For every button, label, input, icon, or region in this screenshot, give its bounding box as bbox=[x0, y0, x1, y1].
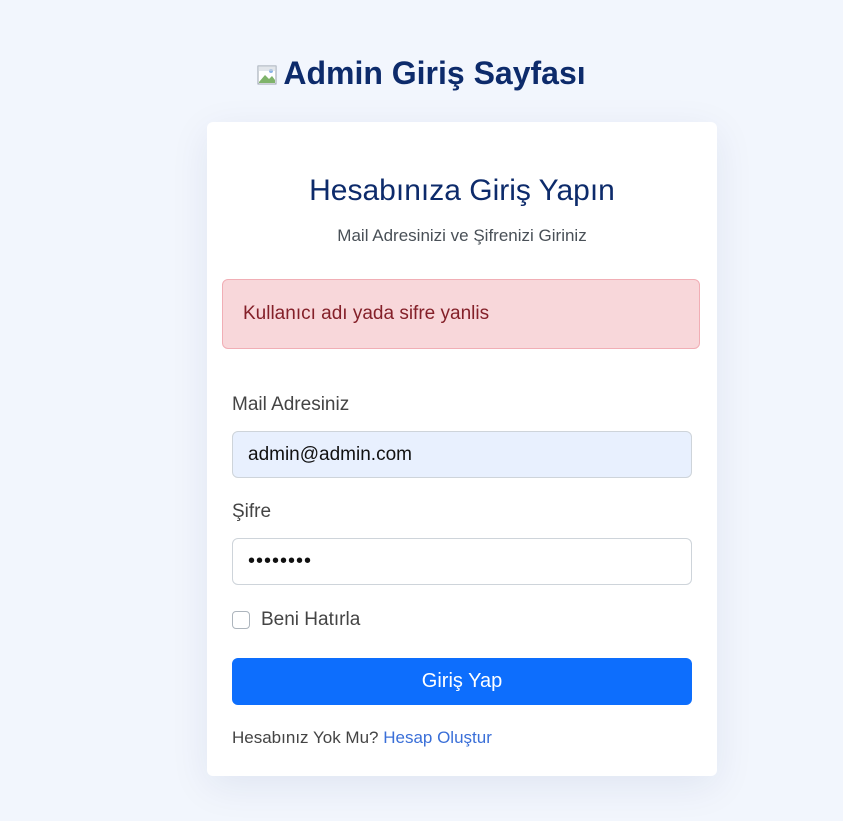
email-label: Mail Adresiniz bbox=[232, 394, 350, 415]
login-button[interactable]: Giriş Yap bbox=[232, 658, 692, 705]
signup-prompt-text: Hesabınız Yok Mu? bbox=[232, 728, 379, 747]
signup-link[interactable]: Hesap Oluştur bbox=[383, 728, 492, 747]
card-title: Hesabınıza Giriş Yapın bbox=[309, 174, 615, 207]
page-title: Admin Giriş Sayfası bbox=[283, 55, 586, 91]
password-label: Şifre bbox=[232, 501, 272, 522]
error-alert: Kullanıcı adı yada sifre yanlis bbox=[222, 279, 700, 349]
error-alert-text: Kullanıcı adı yada sifre yanlis bbox=[243, 303, 490, 324]
remember-label: Beni Hatırla bbox=[261, 609, 361, 630]
remember-checkbox[interactable] bbox=[232, 611, 250, 629]
remember-me[interactable]: Beni Hatırla bbox=[232, 609, 360, 631]
login-card: Hesabınıza Giriş Yapın Mail Adresinizi v… bbox=[207, 122, 717, 776]
signup-prompt: Hesabınız Yok Mu? Hesap Oluştur bbox=[232, 728, 492, 748]
login-button-label: Giriş Yap bbox=[421, 670, 503, 692]
broken-image-icon bbox=[257, 65, 277, 84]
page-header: Admin Giriş Sayfası bbox=[0, 55, 843, 92]
card-subtitle: Mail Adresinizi ve Şifrenizi Giriniz bbox=[337, 226, 587, 245]
email-field[interactable]: admin@admin.com bbox=[232, 431, 692, 478]
password-value: •••••••• bbox=[248, 550, 313, 572]
password-field[interactable]: •••••••• bbox=[232, 538, 692, 585]
email-value: admin@admin.com bbox=[248, 443, 412, 465]
